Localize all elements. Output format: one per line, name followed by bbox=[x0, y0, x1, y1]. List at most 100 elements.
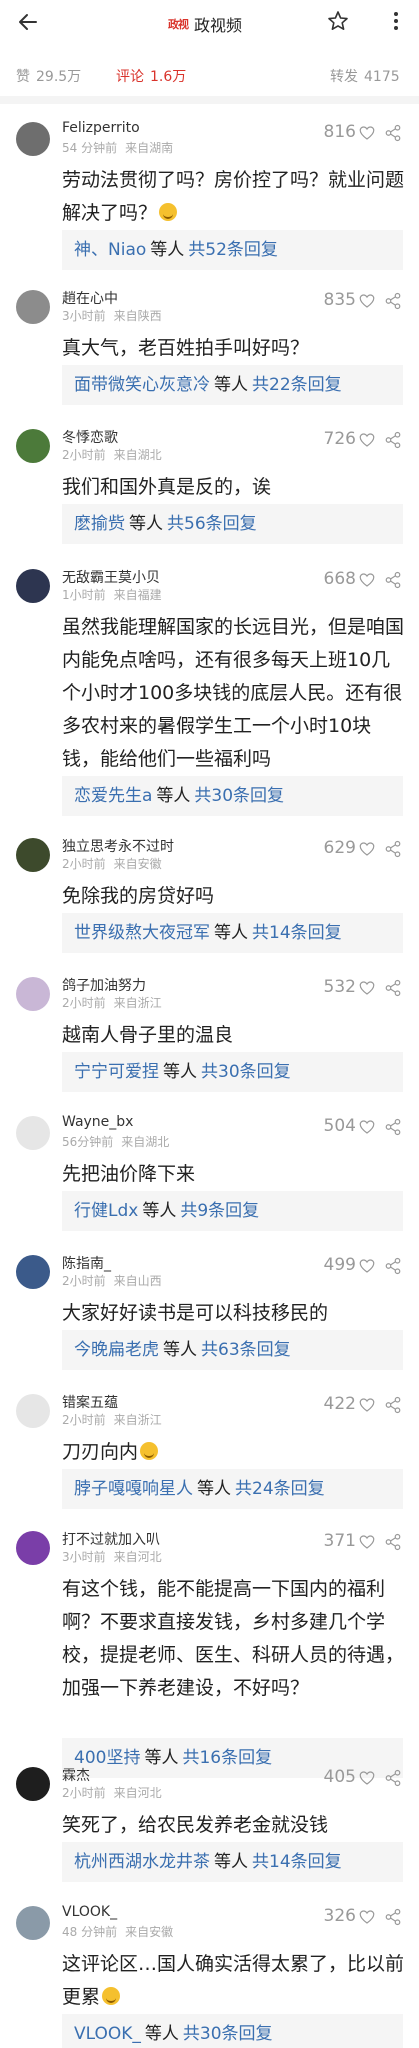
reply-summary[interactable]: 面带微笑心灰意冷 等人 共22条回复 bbox=[62, 365, 403, 405]
heart-outline-icon[interactable] bbox=[358, 840, 376, 858]
comment-meta: 2小时前 来自浙江 bbox=[62, 1411, 162, 1428]
username[interactable]: 冬悸恋歌 bbox=[62, 427, 118, 447]
avatar[interactable] bbox=[16, 1394, 50, 1428]
heart-outline-icon[interactable] bbox=[358, 979, 376, 997]
comment-text: 大家好好读书是可以科技移民的 bbox=[62, 1297, 404, 1330]
share-icon[interactable] bbox=[384, 1769, 402, 1787]
reply-summary[interactable]: 世界级熬大夜冠军 等人 共14条回复 bbox=[62, 913, 403, 953]
heart-outline-icon[interactable] bbox=[358, 1257, 376, 1275]
username[interactable]: 鸽子加油努力 bbox=[62, 975, 146, 995]
reply-summary[interactable]: 今晚扁老虎 等人 共63条回复 bbox=[62, 1330, 403, 1370]
back-arrow-icon[interactable] bbox=[16, 10, 40, 34]
username[interactable]: 独立思考永不过时 bbox=[62, 836, 174, 856]
share-icon[interactable] bbox=[384, 292, 402, 310]
share-icon[interactable] bbox=[384, 979, 402, 997]
avatar[interactable] bbox=[16, 977, 50, 1011]
comment-body: 先把油价降下来 bbox=[62, 1163, 196, 1185]
avatar[interactable] bbox=[16, 1255, 50, 1289]
comment-text: 劳动法贯彻了吗？房价控了吗？就业问题解决了吗？ bbox=[62, 164, 404, 230]
username[interactable]: 趙在心中 bbox=[62, 288, 118, 308]
comment-body: 真大气，老百姓拍手叫好吗？ bbox=[62, 337, 310, 359]
reply-users[interactable]: 行健Ldx bbox=[74, 1201, 138, 1221]
share-icon[interactable] bbox=[384, 124, 402, 142]
username[interactable]: VLOOK_ bbox=[62, 1904, 117, 1920]
tab-shares[interactable]: 转发 4175 bbox=[330, 66, 400, 86]
share-icon[interactable] bbox=[384, 1396, 402, 1414]
comment-text: 先把油价降下来 bbox=[62, 1158, 404, 1191]
heart-outline-icon[interactable] bbox=[358, 124, 376, 142]
avatar[interactable] bbox=[16, 1531, 50, 1565]
avatar[interactable] bbox=[16, 290, 50, 324]
share-icon[interactable] bbox=[384, 1118, 402, 1136]
reply-count[interactable]: 共56条回复 bbox=[167, 514, 257, 534]
share-icon[interactable] bbox=[384, 1257, 402, 1275]
avatar[interactable] bbox=[16, 1767, 50, 1801]
reply-summary[interactable]: VLOOK_ 等人 共30条回复 bbox=[62, 2014, 403, 2048]
reply-summary[interactable]: 神、Niao 等人 共52条回复 bbox=[62, 230, 403, 270]
reply-count[interactable]: 共16条回复 bbox=[182, 1748, 272, 1768]
heart-outline-icon[interactable] bbox=[358, 1533, 376, 1551]
username[interactable]: 无敌霸王莫小贝 bbox=[62, 567, 160, 587]
avatar[interactable] bbox=[16, 1906, 50, 1940]
reply-users[interactable]: 神、Niao bbox=[74, 240, 146, 260]
reply-summary[interactable]: 恋爱先生a 等人 共30条回复 bbox=[62, 776, 403, 816]
username[interactable]: 霖杰 bbox=[62, 1765, 90, 1785]
reply-count[interactable]: 共9条回复 bbox=[180, 1201, 259, 1221]
heart-outline-icon[interactable] bbox=[358, 1118, 376, 1136]
page-title: 政视频 bbox=[194, 16, 243, 35]
reply-count[interactable]: 共30条回复 bbox=[183, 2024, 273, 2044]
share-icon[interactable] bbox=[384, 431, 402, 449]
heart-outline-icon[interactable] bbox=[358, 1769, 376, 1787]
more-vertical-icon[interactable] bbox=[384, 9, 408, 33]
username[interactable]: Felizperrito bbox=[62, 120, 140, 136]
reply-count[interactable]: 共22条回复 bbox=[252, 375, 342, 395]
avatar[interactable] bbox=[16, 838, 50, 872]
heart-outline-icon[interactable] bbox=[358, 1396, 376, 1414]
reply-summary[interactable]: 麽揄赀 等人 共56条回复 bbox=[62, 504, 403, 544]
username[interactable]: 陈指南_ bbox=[62, 1253, 111, 1273]
tab-comments[interactable]: 评论 1.6万 bbox=[116, 66, 186, 86]
heart-outline-icon[interactable] bbox=[358, 571, 376, 589]
reply-count[interactable]: 共14条回复 bbox=[252, 1852, 342, 1872]
username[interactable]: 错案五蕴 bbox=[62, 1392, 118, 1412]
reply-users[interactable]: 宁宁可爱捏 bbox=[74, 1062, 159, 1082]
like-count: 405 bbox=[323, 1767, 356, 1787]
username[interactable]: 打不过就加入叭 bbox=[62, 1529, 160, 1549]
reply-users[interactable]: 今晚扁老虎 bbox=[74, 1340, 159, 1360]
reply-users[interactable]: 世界级熬大夜冠军 bbox=[74, 923, 210, 943]
heart-outline-icon[interactable] bbox=[358, 431, 376, 449]
reply-summary[interactable]: 宁宁可爱捏 等人 共30条回复 bbox=[62, 1052, 403, 1092]
reply-count[interactable]: 共24条回复 bbox=[235, 1479, 325, 1499]
reply-count[interactable]: 共14条回复 bbox=[252, 923, 342, 943]
share-icon[interactable] bbox=[384, 571, 402, 589]
avatar[interactable] bbox=[16, 429, 50, 463]
avatar[interactable] bbox=[16, 1116, 50, 1150]
reply-users[interactable]: 面带微笑心灰意冷 bbox=[74, 375, 210, 395]
share-icon[interactable] bbox=[384, 1533, 402, 1551]
reply-summary[interactable]: 脖子嘎嘎响星人 等人 共24条回复 bbox=[62, 1469, 403, 1509]
reply-users[interactable]: 恋爱先生a bbox=[74, 786, 152, 806]
username[interactable]: Wayne_bx bbox=[62, 1114, 133, 1130]
reply-users[interactable]: 脖子嘎嘎响星人 bbox=[74, 1479, 193, 1499]
reply-users[interactable]: 杭州西湖水龙井茶 bbox=[74, 1852, 210, 1872]
heart-outline-icon[interactable] bbox=[358, 292, 376, 310]
reply-count[interactable]: 共30条回复 bbox=[194, 786, 284, 806]
comments-count: 1.6万 bbox=[150, 69, 187, 85]
heart-outline-icon[interactable] bbox=[358, 1908, 376, 1926]
like-count: 499 bbox=[323, 1255, 356, 1275]
reply-count[interactable]: 共52条回复 bbox=[188, 240, 278, 260]
share-icon[interactable] bbox=[384, 1908, 402, 1926]
reply-users[interactable]: VLOOK_ bbox=[74, 2024, 141, 2044]
reply-summary[interactable]: 行健Ldx 等人 共9条回复 bbox=[62, 1191, 403, 1231]
avatar[interactable] bbox=[16, 569, 50, 603]
star-icon[interactable] bbox=[326, 9, 350, 33]
avatar[interactable] bbox=[16, 122, 50, 156]
reply-count[interactable]: 共63条回复 bbox=[201, 1340, 291, 1360]
reply-summary[interactable]: 杭州西湖水龙井茶 等人 共14条回复 bbox=[62, 1842, 403, 1882]
reply-count[interactable]: 共30条回复 bbox=[201, 1062, 291, 1082]
comment-time: 2小时前 bbox=[62, 1786, 106, 1800]
reply-users[interactable]: 麽揄赀 bbox=[74, 514, 125, 534]
share-icon[interactable] bbox=[384, 840, 402, 858]
comment-body: 免除我的房贷好吗 bbox=[62, 885, 215, 907]
tab-likes[interactable]: 赞 29.5万 bbox=[16, 66, 81, 86]
